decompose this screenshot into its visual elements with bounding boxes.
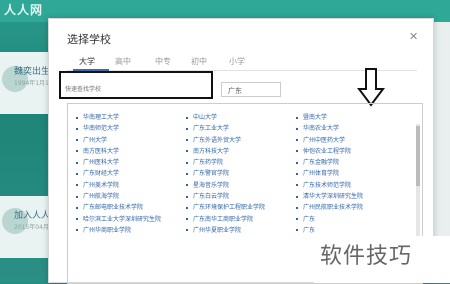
- school-link[interactable]: 广州医科大学: [76, 157, 161, 168]
- dialog-title: 选择学校: [67, 33, 111, 46]
- school-link[interactable]: 中山大学: [186, 112, 265, 123]
- background-card-title: 魏奕出生: [14, 67, 51, 77]
- background-card-title: 加入人人: [14, 211, 51, 221]
- province-select[interactable]: 广东: [221, 82, 281, 97]
- school-link[interactable]: 广东: [296, 214, 363, 225]
- school-link[interactable]: 广东环境保护工程职业学院: [186, 202, 265, 213]
- tab-vocational[interactable]: 中专: [155, 56, 171, 67]
- school-link[interactable]: 南方医科大学: [76, 146, 161, 157]
- background-logo: 人人网: [4, 3, 44, 17]
- school-link[interactable]: 华南农业大学: [296, 123, 363, 134]
- school-link[interactable]: 仲恺农业工程学院: [296, 146, 363, 157]
- school-list-column: 暨南大学 华南农业大学 广州中医药大学 仲恺农业工程学院 广东金融学院 广州体育…: [296, 112, 363, 236]
- school-link[interactable]: 华南师范大学: [76, 123, 161, 134]
- school-link[interactable]: 哈尔滨工业大学深圳研究生院: [76, 214, 161, 225]
- school-link[interactable]: 广州中医药大学: [296, 135, 363, 146]
- school-link[interactable]: 广东外语外贸大学: [186, 135, 265, 146]
- school-link[interactable]: 华南理工大学: [76, 112, 161, 123]
- school-link[interactable]: 广州华夏职业学院: [186, 225, 265, 236]
- school-link[interactable]: 广东金融学院: [296, 157, 363, 168]
- school-link[interactable]: 广东白云学院: [186, 191, 265, 202]
- school-link[interactable]: 星海音乐学院: [186, 180, 265, 191]
- school-link[interactable]: 南方科技大学: [186, 146, 265, 157]
- school-link[interactable]: 广州华商职业学院: [76, 225, 161, 236]
- school-link[interactable]: 广州民航职业技术学院: [296, 202, 363, 213]
- tab-high-school[interactable]: 高中: [115, 56, 131, 67]
- tab-middle-school[interactable]: 初中: [191, 56, 207, 67]
- close-icon[interactable]: ✕: [409, 31, 418, 42]
- school-list-column: 华南理工大学 华南师范大学 广州大学 南方医科大学 广州医科大学 广东财经大学 …: [76, 112, 161, 236]
- watermark-text: 软件技巧: [314, 236, 450, 283]
- school-link[interactable]: 广州大学: [76, 135, 161, 146]
- school-link[interactable]: 广东: [296, 225, 363, 236]
- school-link[interactable]: 广东邮电职业技术学院: [76, 202, 161, 213]
- school-link[interactable]: 广东南华工商职业学院: [186, 214, 265, 225]
- school-link[interactable]: 广东药学院: [186, 157, 265, 168]
- school-link[interactable]: 广东财经大学: [76, 168, 161, 179]
- tab-primary-school[interactable]: 小学: [229, 56, 245, 67]
- school-search-input[interactable]: [65, 83, 205, 95]
- school-link[interactable]: 暨南大学: [296, 112, 363, 123]
- tab-university[interactable]: 大学: [79, 56, 95, 67]
- school-link[interactable]: 广州美术学院: [76, 180, 161, 191]
- list-scrollbar-thumb[interactable]: [416, 126, 420, 186]
- school-link[interactable]: 广东工业大学: [186, 123, 265, 134]
- school-list-column: 中山大学 广东工业大学 广东外语外贸大学 南方科技大学 广东药学院 广东警官学院…: [186, 112, 265, 236]
- school-link[interactable]: 广东警官学院: [186, 168, 265, 179]
- school-link[interactable]: 广州航海学院: [76, 191, 161, 202]
- search-box-highlight: [59, 71, 213, 99]
- school-link[interactable]: 广州体育学院: [296, 168, 363, 179]
- down-arrow-icon: [357, 68, 385, 107]
- school-link[interactable]: 广东技术师范学院: [296, 180, 363, 191]
- background-card-subtitle: 2015年04月: [14, 224, 49, 231]
- school-link[interactable]: 清华大学深圳研究生院: [296, 191, 363, 202]
